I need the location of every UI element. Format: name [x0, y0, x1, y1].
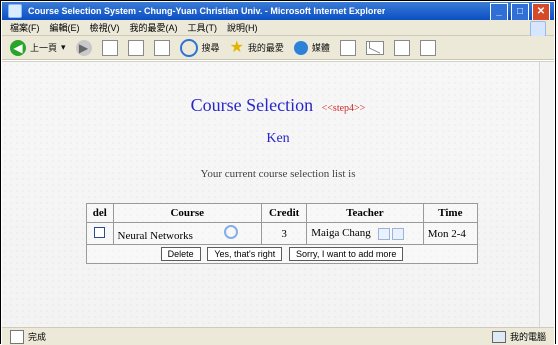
- edit-button[interactable]: [419, 39, 436, 56]
- teacher-email-icon[interactable]: [391, 227, 404, 240]
- back-dropdown-icon: ▾: [61, 42, 66, 52]
- search-button[interactable]: 搜尋: [179, 38, 220, 57]
- window-title: Course Selection System - Chung-Yuan Chr…: [28, 6, 386, 16]
- credit-cell: 3: [260, 222, 308, 245]
- add-more-button[interactable]: Sorry, I want to add more: [289, 247, 404, 261]
- title-bar: Course Selection System - Chung-Yuan Chr…: [2, 2, 554, 21]
- teacher-info-icon[interactable]: [377, 227, 390, 240]
- menu-file[interactable]: 檔案(F): [10, 21, 40, 34]
- table-header-row: del Course Credit Teacher Time: [86, 203, 479, 223]
- window-controls: _ □ ✕: [490, 3, 550, 21]
- ie-icon: [8, 4, 22, 18]
- header-credit: Credit: [260, 203, 308, 223]
- status-bar: 完成 我的電腦: [2, 327, 554, 345]
- toolbar: ◀ 上一頁 ▾ ▶ 搜尋 ★ 我的最愛 媒體: [2, 36, 554, 60]
- teacher-actions: [377, 227, 404, 240]
- delete-checkbox-cell: [86, 222, 114, 245]
- course-name: Neural Networks: [117, 230, 193, 242]
- time-cell: Mon 2-4: [422, 222, 479, 245]
- favorites-label: 我的最愛: [247, 43, 284, 53]
- media-icon: [293, 40, 308, 55]
- minimize-button[interactable]: _: [490, 3, 508, 21]
- media-label: 媒體: [311, 43, 330, 53]
- back-button[interactable]: ◀ 上一頁 ▾: [10, 39, 66, 56]
- history-button[interactable]: [339, 39, 356, 56]
- ie-status-icon: [10, 329, 24, 344]
- status-left: 完成: [10, 329, 47, 344]
- menu-edit[interactable]: 編輯(E): [50, 21, 80, 34]
- my-computer-icon: [491, 330, 506, 343]
- teacher-name: Maiga Chang: [311, 227, 371, 240]
- header-course: Course: [112, 203, 262, 223]
- page-content: Course Selection <<step4>> Ken Your curr…: [2, 61, 554, 328]
- back-arrow-icon: ◀: [10, 39, 26, 56]
- close-button[interactable]: ✕: [532, 3, 550, 21]
- vertical-scrollbar[interactable]: [539, 62, 554, 327]
- browser-window: Course Selection System - Chung-Yuan Chr…: [0, 0, 556, 345]
- actions-cell: Delete Yes, that's right Sorry, I want t…: [86, 244, 478, 264]
- course-lookup-icon[interactable]: [223, 225, 238, 239]
- step-badge: <<step4>>: [321, 103, 366, 114]
- student-name: Ken: [266, 131, 290, 146]
- menu-bar: 檔案(F) 編輯(E) 檢視(V) 我的最愛(A) 工具(T) 說明(H): [2, 20, 554, 37]
- delete-button[interactable]: Delete: [160, 247, 201, 261]
- search-label: 搜尋: [201, 43, 220, 53]
- menu-tools[interactable]: 工具(T): [188, 21, 218, 34]
- table-row: Neural Networks 3 Maiga Chang Mon 2-4: [86, 222, 479, 245]
- delete-checkbox[interactable]: [94, 226, 106, 238]
- forward-button[interactable]: ▶: [75, 39, 92, 56]
- back-label: 上一頁: [30, 43, 58, 53]
- header-del: del: [86, 203, 114, 223]
- menu-help[interactable]: 說明(H): [227, 21, 258, 34]
- stop-button[interactable]: [101, 39, 118, 56]
- menu-favorites[interactable]: 我的最愛(A): [130, 21, 178, 34]
- teacher-cell: Maiga Chang: [306, 222, 424, 245]
- header-teacher: Teacher: [306, 203, 424, 223]
- confirm-button[interactable]: Yes, that's right: [207, 247, 283, 261]
- home-button[interactable]: [153, 39, 170, 56]
- mail-icon[interactable]: [365, 40, 384, 55]
- windows-logo-icon: [530, 21, 546, 37]
- header-time: Time: [422, 203, 479, 223]
- refresh-button[interactable]: [127, 39, 144, 56]
- status-right: 我的電腦: [491, 330, 546, 343]
- course-selection-table: del Course Credit Teacher Time Neural Ne…: [86, 203, 479, 264]
- page-title: Course Selection <<step4>>: [2, 95, 554, 116]
- favorites-star-icon: ★: [229, 38, 244, 56]
- status-right-text: 我的電腦: [509, 332, 546, 342]
- status-left-text: 完成: [28, 332, 47, 342]
- actions-row: Delete Yes, that's right Sorry, I want t…: [86, 244, 478, 264]
- course-cell: Neural Networks: [112, 222, 262, 245]
- menu-view[interactable]: 檢視(V): [90, 21, 120, 34]
- maximize-button[interactable]: □: [511, 3, 529, 21]
- search-icon: [179, 38, 198, 57]
- favorites-button[interactable]: ★ 我的最愛: [229, 38, 284, 56]
- print-button[interactable]: [393, 39, 410, 56]
- intro-text: Your current course selection list is: [200, 168, 356, 180]
- page-title-text: Course Selection: [190, 95, 314, 115]
- media-button[interactable]: 媒體: [293, 40, 330, 55]
